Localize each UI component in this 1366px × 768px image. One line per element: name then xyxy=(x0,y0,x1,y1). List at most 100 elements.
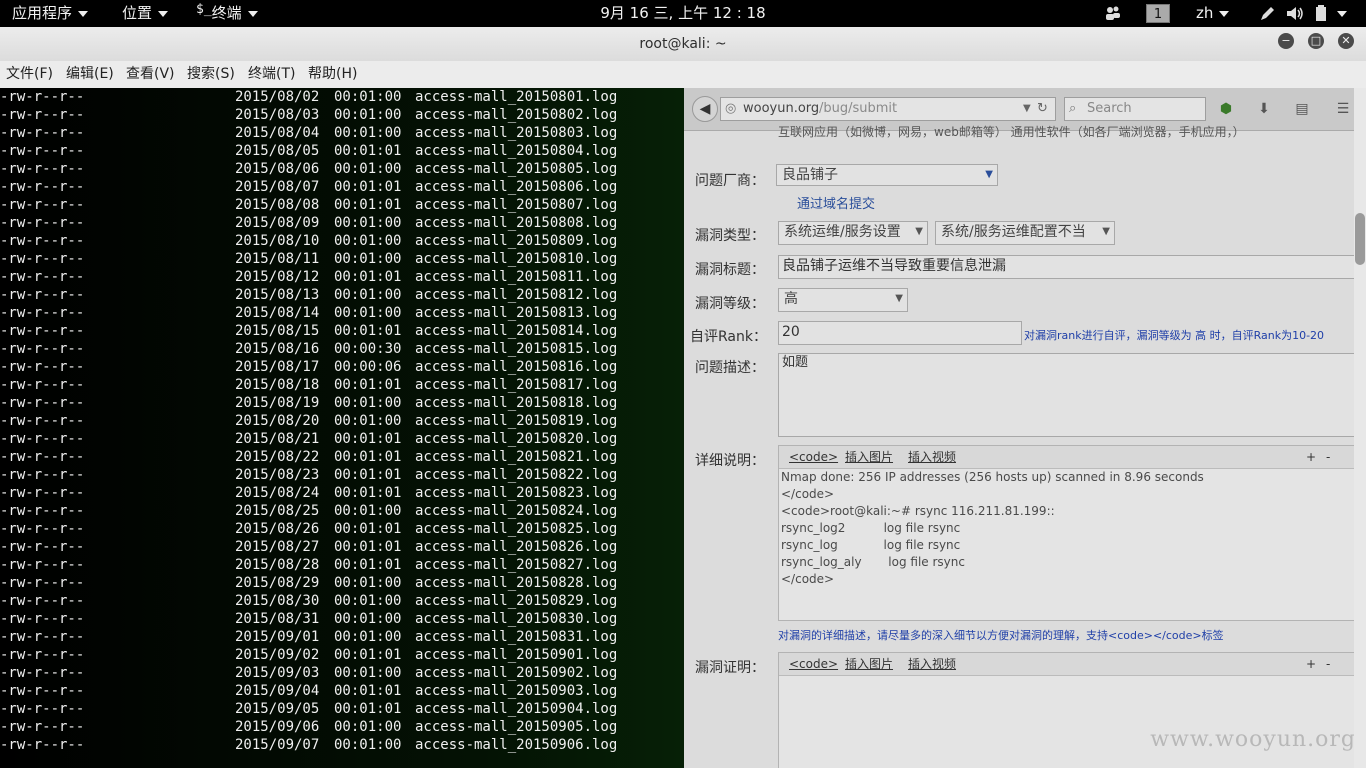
menu-search[interactable]: 搜索(S) xyxy=(187,61,235,88)
terminal-perm: -rw-r--r-- xyxy=(0,341,85,357)
menu-icon[interactable]: ☰ xyxy=(1334,100,1352,118)
terminal-date: 2015/08/27 xyxy=(235,539,320,555)
places-menu-label: 位置 xyxy=(122,4,153,22)
terminal-perm: -rw-r--r-- xyxy=(0,719,85,735)
title-input[interactable]: 良品铺子运维不当导致重要信息泄漏 xyxy=(778,255,1358,279)
window-titlebar[interactable]: root@kali: ~ − □ ✕ xyxy=(0,27,1366,62)
type-secondary-value: 系统/服务运维配置不当 xyxy=(941,224,1086,240)
menu-help[interactable]: 帮助(H) xyxy=(308,61,357,88)
description-input[interactable]: 如题 xyxy=(778,353,1358,437)
expand-editor-button[interactable]: + xyxy=(1306,653,1316,675)
terminal-file: access-mall_20150816.log xyxy=(415,359,618,375)
terminal-file: access-mall_20150815.log xyxy=(415,341,618,357)
terminal-perm: -rw-r--r-- xyxy=(0,287,85,303)
page-scrollbar-thumb[interactable] xyxy=(1355,213,1365,265)
maximize-icon: □ xyxy=(1310,34,1322,47)
terminal-date: 2015/08/16 xyxy=(235,341,320,357)
terminal-file: access-mall_20150828.log xyxy=(415,575,618,591)
terminal-time: 00:01:00 xyxy=(334,395,402,411)
terminal-perm: -rw-r--r-- xyxy=(0,107,85,123)
menu-terminal[interactable]: 终端(T) xyxy=(248,61,295,88)
shrink-editor-button[interactable]: - xyxy=(1326,653,1330,675)
detail-editor[interactable]: <code> 插入图片 插入视频 + - Nmap done: 256 IP a… xyxy=(778,445,1356,621)
terminal-time: 00:01:00 xyxy=(334,503,402,519)
rank-input[interactable]: 20 xyxy=(778,321,1022,345)
insert-image-button[interactable]: 插入图片 xyxy=(845,653,893,675)
submit-by-domain-link[interactable]: 通过域名提交 xyxy=(797,193,875,212)
vendor-select[interactable]: 良品铺子 ▼ xyxy=(776,164,998,186)
terminal-file: access-mall_20150805.log xyxy=(415,161,618,177)
reader-icon[interactable]: ▤ xyxy=(1293,100,1311,118)
places-menu[interactable]: 位置 xyxy=(122,0,169,27)
insert-code-button[interactable]: <code> xyxy=(789,446,838,468)
insert-video-button[interactable]: 插入视频 xyxy=(908,653,956,675)
back-button[interactable]: ◀ xyxy=(692,96,718,122)
detail-line: <code>root@kali:~# rsync 116.211.81.199:… xyxy=(781,504,1055,518)
applications-menu[interactable]: 应用程序 xyxy=(12,0,89,27)
terminal-file: access-mall_20150825.log xyxy=(415,521,618,537)
category-options[interactable]: 互联网应用（如微博，网易，web邮箱等） 通用性软件（如各厂端浏览器，手机应用，… xyxy=(778,123,1245,140)
insert-video-button[interactable]: 插入视频 xyxy=(908,446,956,468)
chevron-down-icon: ▼ xyxy=(1102,226,1110,237)
download-icon[interactable]: ⬇ xyxy=(1255,100,1273,118)
shrink-editor-button[interactable]: - xyxy=(1326,446,1330,468)
terminal-perm: -rw-r--r-- xyxy=(0,665,85,681)
terminal-time: 00:01:00 xyxy=(334,305,402,321)
search-bar[interactable]: ⌕ Search xyxy=(1064,97,1206,121)
vendor-value: 良品铺子 xyxy=(782,167,838,183)
terminal-time: 00:01:01 xyxy=(334,701,402,717)
terminal-date: 2015/08/09 xyxy=(235,215,320,231)
browser-window: ◀ ◎ wooyun.org /bug/submit ▼ ↻ ⌕ Search … xyxy=(684,88,1366,768)
chevron-down-icon: ▼ xyxy=(985,169,993,180)
terminal-file: access-mall_20150803.log xyxy=(415,125,618,141)
people-icon[interactable] xyxy=(1104,5,1122,22)
insert-code-button[interactable]: <code> xyxy=(789,653,838,675)
terminal-time: 00:01:01 xyxy=(334,143,402,159)
minimize-button[interactable]: − xyxy=(1278,33,1294,49)
menu-file[interactable]: 文件(F) xyxy=(6,61,53,88)
terminal-perm: -rw-r--r-- xyxy=(0,377,85,393)
pen-icon[interactable] xyxy=(1258,5,1276,22)
terminal-output[interactable]: -rw-r--r--38,475,4162015/08/0200:01:00ac… xyxy=(0,88,684,768)
terminal-date: 2015/09/02 xyxy=(235,647,320,663)
workspace-indicator[interactable]: 1 xyxy=(1146,4,1170,23)
reload-icon[interactable]: ↻ xyxy=(1037,98,1048,120)
menu-view[interactable]: 查看(V) xyxy=(126,61,175,88)
terminal-date: 2015/08/03 xyxy=(235,107,320,123)
language-selector[interactable]: zh xyxy=(1196,0,1230,27)
maximize-button[interactable]: □ xyxy=(1308,33,1324,49)
insert-image-button[interactable]: 插入图片 xyxy=(845,446,893,468)
addon-icon[interactable]: ⬢ xyxy=(1217,100,1235,118)
terminal-date: 2015/08/29 xyxy=(235,575,320,591)
url-dropdown-icon[interactable]: ▼ xyxy=(1023,98,1031,120)
battery-icon[interactable] xyxy=(1314,5,1328,22)
terminal-date: 2015/08/10 xyxy=(235,233,320,249)
chevron-down-icon: ▼ xyxy=(915,226,923,237)
terminal-date: 2015/08/05 xyxy=(235,143,320,159)
type-label: 漏洞类型： xyxy=(695,228,765,244)
volume-icon[interactable] xyxy=(1285,5,1305,22)
system-menu-chevron-icon[interactable] xyxy=(1337,11,1347,17)
level-select[interactable]: 高 ▼ xyxy=(778,288,908,312)
url-bar[interactable]: ◎ wooyun.org /bug/submit ▼ ↻ xyxy=(720,97,1056,121)
terminal-perm: -rw-r--r-- xyxy=(0,305,85,321)
chevron-down-icon xyxy=(78,10,89,17)
terminal-file: access-mall_20150829.log xyxy=(415,593,618,609)
top-panel: 应用程序 位置 $_终端 9月 16 三, 上午 12 : 18 1 zh xyxy=(0,0,1366,27)
menu-edit[interactable]: 编辑(E) xyxy=(66,61,114,88)
close-icon: ✕ xyxy=(1341,34,1351,47)
clock[interactable]: 9月 16 三, 上午 12 : 18 xyxy=(600,4,765,22)
type-select-secondary[interactable]: 系统/服务运维配置不当 ▼ xyxy=(935,221,1115,245)
terminal-file: access-mall_20150824.log xyxy=(415,503,618,519)
terminal-file: access-mall_20150812.log xyxy=(415,287,618,303)
expand-editor-button[interactable]: + xyxy=(1306,446,1316,468)
page-scrollbar[interactable] xyxy=(1354,88,1366,768)
terminal-file: access-mall_20150817.log xyxy=(415,377,618,393)
close-button[interactable]: ✕ xyxy=(1338,33,1354,49)
terminal-app-menu[interactable]: $_终端 xyxy=(196,0,258,27)
terminal-file: access-mall_20150902.log xyxy=(415,665,618,681)
terminal-date: 2015/08/26 xyxy=(235,521,320,537)
terminal-time: 00:01:00 xyxy=(334,125,402,141)
type-select-primary[interactable]: 系统运维/服务设置 ▼ xyxy=(778,221,928,245)
detail-line: </code> xyxy=(781,487,835,501)
